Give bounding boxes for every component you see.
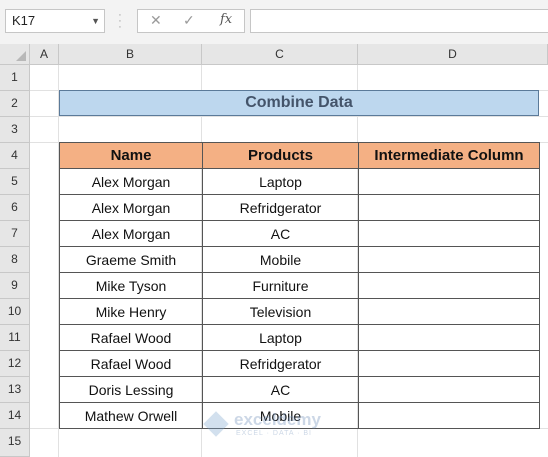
product-cell[interactable]: Refridgerator (202, 350, 359, 377)
intermediate-cell[interactable] (358, 168, 540, 195)
name-cell[interactable]: Mike Tyson (59, 272, 203, 299)
header-cell-products[interactable]: Products (202, 142, 359, 169)
table-row: Mathew Orwell Mobile (59, 402, 540, 429)
product-cell[interactable]: Mobile (202, 246, 359, 273)
table-row: Mike Tyson Furniture (59, 272, 540, 299)
row-header[interactable]: 15 (0, 429, 30, 457)
intermediate-cell[interactable] (358, 402, 540, 429)
row-header[interactable]: 7 (0, 221, 30, 247)
name-cell[interactable]: Alex Morgan (59, 194, 203, 221)
table-row: Rafael Wood Laptop (59, 324, 540, 351)
name-cell[interactable]: Graeme Smith (59, 246, 203, 273)
product-cell[interactable]: AC (202, 376, 359, 403)
formula-buttons: ✕ ✓ fx (137, 9, 245, 33)
gridline (30, 116, 548, 117)
row-header[interactable]: 14 (0, 403, 30, 429)
column-header-b[interactable]: B (59, 44, 202, 65)
name-cell[interactable]: Rafael Wood (59, 350, 203, 377)
name-cell[interactable]: Rafael Wood (59, 324, 203, 351)
name-cell[interactable]: Alex Morgan (59, 168, 203, 195)
chevron-down-icon[interactable]: ▼ (91, 10, 100, 32)
name-cell[interactable]: Mike Henry (59, 298, 203, 325)
header-row: Name Products Intermediate Column (59, 142, 540, 169)
table-row: Mike Henry Television (59, 298, 540, 325)
product-cell[interactable]: Mobile (202, 402, 359, 429)
row-header[interactable]: 2 (0, 91, 30, 117)
row-header[interactable]: 13 (0, 377, 30, 403)
product-cell[interactable]: Laptop (202, 168, 359, 195)
name-cell[interactable]: Doris Lessing (59, 376, 203, 403)
intermediate-cell[interactable] (358, 324, 540, 351)
select-all-button[interactable] (0, 44, 30, 65)
header-cell-name[interactable]: Name (59, 142, 203, 169)
intermediate-cell[interactable] (358, 194, 540, 221)
intermediate-cell[interactable] (358, 220, 540, 247)
cancel-icon[interactable]: ✕ (150, 12, 162, 29)
table-row: Alex Morgan Refridgerator (59, 194, 540, 221)
intermediate-cell[interactable] (358, 298, 540, 325)
row-header[interactable]: 8 (0, 247, 30, 273)
row-header[interactable]: 6 (0, 195, 30, 221)
product-cell[interactable]: Furniture (202, 272, 359, 299)
product-cell[interactable]: AC (202, 220, 359, 247)
row-header[interactable]: 5 (0, 169, 30, 195)
table-row: Rafael Wood Refridgerator (59, 350, 540, 377)
row-header[interactable]: 1 (0, 65, 30, 91)
watermark-tagline: EXCEL · DATA · BI (236, 430, 312, 437)
product-cell[interactable]: Laptop (202, 324, 359, 351)
name-cell[interactable]: Mathew Orwell (59, 402, 203, 429)
name-cell[interactable]: Alex Morgan (59, 220, 203, 247)
row-header[interactable]: 4 (0, 143, 30, 169)
table-row: Alex Morgan Laptop (59, 168, 540, 195)
column-header-c[interactable]: C (202, 44, 358, 65)
table-row: Doris Lessing AC (59, 376, 540, 403)
header-cell-intermediate[interactable]: Intermediate Column (358, 142, 540, 169)
formula-input[interactable] (250, 9, 548, 33)
row-header[interactable]: 9 (0, 273, 30, 299)
sheet-title-cell[interactable]: Combine Data (59, 90, 539, 116)
intermediate-cell[interactable] (358, 350, 540, 377)
product-cell[interactable]: Television (202, 298, 359, 325)
table-row: Graeme Smith Mobile (59, 246, 540, 273)
row-header[interactable]: 10 (0, 299, 30, 325)
row-header[interactable]: 3 (0, 117, 30, 143)
enter-icon[interactable]: ✓ (183, 12, 195, 29)
table-row: Alex Morgan AC (59, 220, 540, 247)
grip-icon[interactable]: · · · (118, 10, 122, 33)
data-table: Name Products Intermediate Column Alex M… (59, 142, 540, 429)
row-header[interactable]: 12 (0, 351, 30, 377)
intermediate-cell[interactable] (358, 246, 540, 273)
row-header[interactable]: 11 (0, 325, 30, 351)
column-header-d[interactable]: D (358, 44, 548, 65)
insert-function-icon[interactable]: fx (220, 12, 232, 27)
name-box[interactable]: K17 ▼ (5, 9, 105, 33)
product-cell[interactable]: Refridgerator (202, 194, 359, 221)
column-header-a[interactable]: A (30, 44, 59, 65)
name-box-value: K17 (12, 13, 36, 28)
intermediate-cell[interactable] (358, 376, 540, 403)
intermediate-cell[interactable] (358, 272, 540, 299)
formula-bar: K17 ▼ · · · ✕ ✓ fx (0, 0, 548, 45)
